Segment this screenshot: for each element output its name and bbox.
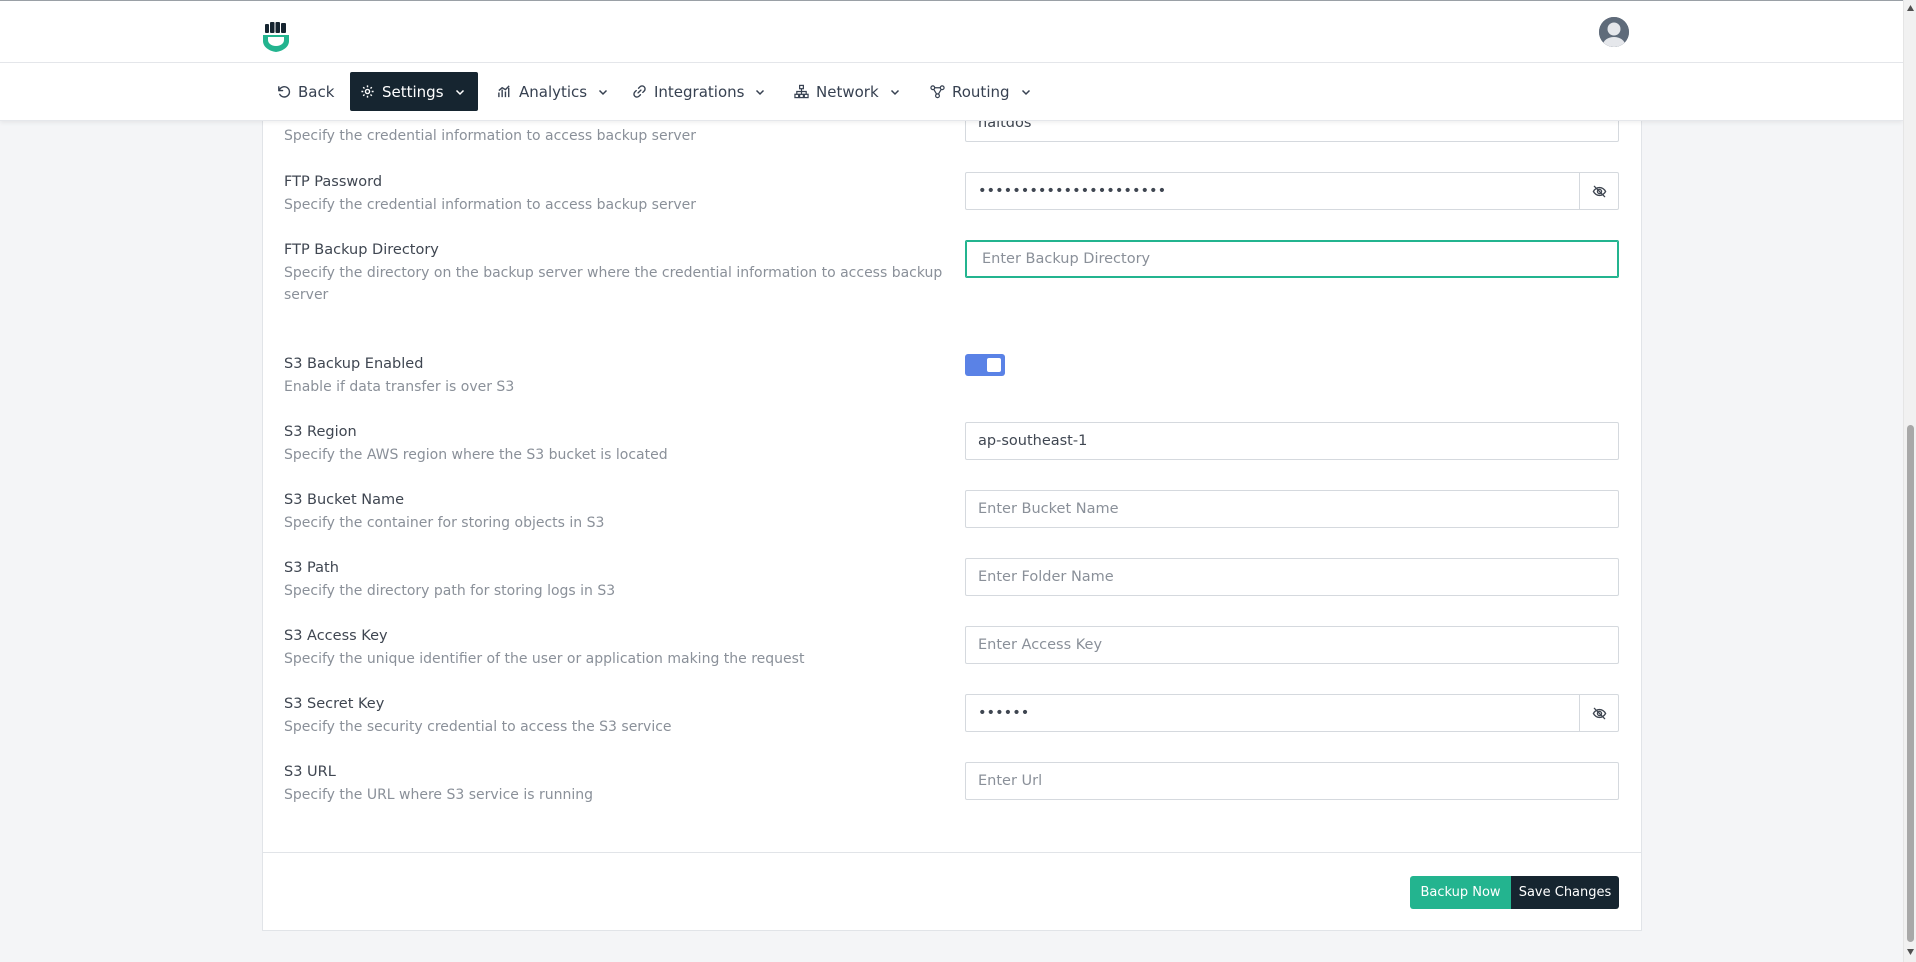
nav-network[interactable]: Network — [784, 72, 910, 111]
s3-secret-key-desc: Specify the security credential to acces… — [284, 719, 672, 735]
ftp-password-reveal-button[interactable] — [1579, 172, 1619, 210]
s3-region-label: S3 Region — [284, 424, 357, 440]
s3-access-key-desc: Specify the unique identifier of the use… — [284, 651, 805, 667]
s3-path-desc: Specify the directory path for storing l… — [284, 583, 616, 599]
scroll-down-arrow-icon[interactable] — [1906, 948, 1915, 956]
s3-region-input[interactable] — [965, 422, 1619, 460]
nav-network-label: Network — [816, 82, 879, 101]
scroll-up-arrow-icon[interactable] — [1906, 4, 1915, 12]
avatar[interactable] — [1599, 17, 1629, 47]
s3-bucket-desc: Specify the container for storing object… — [284, 515, 605, 531]
network-icon — [794, 84, 809, 99]
s3-bucket-label: S3 Bucket Name — [284, 492, 405, 508]
scrollbar-thumb[interactable] — [1907, 425, 1914, 942]
top-header — [0, 0, 1903, 63]
save-changes-button[interactable]: Save Changes — [1511, 876, 1619, 909]
eye-slash-icon — [1592, 185, 1606, 197]
ftp-password-label: FTP Password — [284, 174, 383, 190]
s3-url-desc: Specify the URL where S3 service is runn… — [284, 787, 593, 803]
ftp-username-desc: Specify the credential information to ac… — [284, 128, 696, 144]
ftp-password-desc: Specify the credential information to ac… — [284, 197, 696, 213]
s3-access-key-label: S3 Access Key — [284, 628, 388, 644]
s3-path-label: S3 Path — [284, 560, 339, 576]
routing-icon — [930, 85, 945, 99]
fist-shield-logo[interactable] — [262, 21, 290, 53]
user-icon — [1599, 17, 1629, 47]
chevron-down-icon — [756, 89, 765, 95]
s3-enabled-label: S3 Backup Enabled — [284, 356, 424, 372]
nav-back-label: Back — [298, 82, 335, 101]
nav-analytics[interactable]: Analytics — [487, 72, 618, 111]
chevron-down-icon — [890, 89, 899, 95]
s3-enabled-desc: Enable if data transfer is over S3 — [284, 379, 515, 395]
nav-integrations[interactable]: Integrations — [622, 72, 775, 111]
s3-secret-key-reveal-button[interactable] — [1579, 694, 1619, 732]
s3-path-input[interactable] — [965, 558, 1619, 596]
undo-icon — [278, 85, 291, 98]
nav-analytics-label: Analytics — [519, 82, 588, 101]
s3-bucket-input[interactable] — [965, 490, 1619, 528]
ftp-backup-dir-label: FTP Backup Directory — [284, 242, 439, 258]
toggle-knob — [987, 358, 1001, 372]
ftp-backup-dir-input[interactable] — [965, 240, 1619, 278]
backup-now-button[interactable]: Backup Now — [1410, 876, 1511, 909]
s3-url-input[interactable] — [965, 762, 1619, 800]
chevron-down-icon — [1021, 89, 1030, 95]
page-scrollbar[interactable] — [1903, 0, 1916, 962]
nav-settings[interactable]: Settings — [350, 72, 478, 111]
eye-slash-icon — [1592, 707, 1606, 719]
chevron-down-icon — [599, 89, 608, 95]
chart-icon — [498, 85, 510, 98]
s3-enabled-toggle[interactable] — [965, 354, 1005, 376]
nav-routing-label: Routing — [952, 82, 1010, 101]
s3-secret-key-input[interactable] — [965, 694, 1580, 732]
nav-integrations-label: Integrations — [654, 82, 745, 101]
main-nav: Back Settings Analytics Integrations Net… — [0, 63, 1903, 121]
s3-access-key-input[interactable] — [965, 626, 1619, 664]
link-icon — [633, 85, 646, 98]
nav-routing[interactable]: Routing — [920, 72, 1041, 111]
chevron-down-icon — [455, 89, 464, 95]
nav-back[interactable]: Back — [266, 72, 344, 111]
ftp-backup-dir-desc: Specify the directory on the backup serv… — [284, 265, 943, 303]
s3-url-label: S3 URL — [284, 764, 336, 780]
s3-region-desc: Specify the AWS region where the S3 buck… — [284, 447, 668, 463]
gear-icon — [361, 85, 374, 98]
nav-settings-label: Settings — [382, 82, 444, 101]
s3-secret-key-label: S3 Secret Key — [284, 696, 385, 712]
ftp-password-input[interactable] — [965, 172, 1580, 210]
